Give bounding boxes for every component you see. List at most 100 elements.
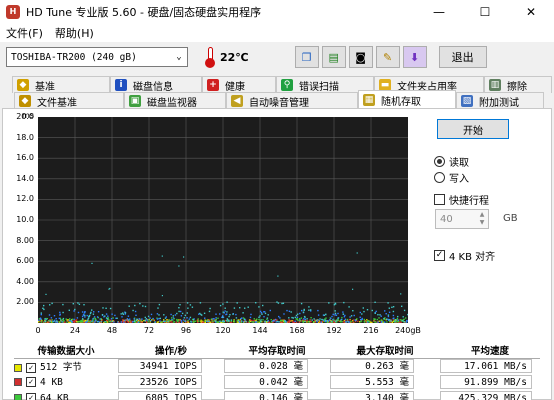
data-point xyxy=(144,319,147,321)
data-point xyxy=(179,304,181,306)
options-button[interactable]: ✎ xyxy=(375,46,400,68)
wrench-icon: ✎ xyxy=(383,50,393,64)
quick-scan-option[interactable]: 快捷行程 xyxy=(434,192,489,207)
exit-button[interactable]: 退出 xyxy=(438,46,487,68)
start-button[interactable]: 开始 xyxy=(437,119,509,139)
tab-disk-monitor[interactable]: ▣ 磁盘监视器 xyxy=(124,92,226,109)
data-point xyxy=(116,317,118,319)
drive-select[interactable]: TOSHIBA-TR200 (240 gB) ⌄ xyxy=(6,47,188,67)
save-button[interactable]: ⬇ xyxy=(402,46,427,68)
data-point xyxy=(361,317,363,320)
data-point xyxy=(240,318,242,320)
data-point xyxy=(255,321,257,323)
outlier-point xyxy=(161,255,163,257)
data-point xyxy=(230,319,233,321)
avg-access-value: 0.146 毫 xyxy=(224,391,308,400)
data-point xyxy=(325,317,327,319)
tab-random-access[interactable]: ▦ 随机存取 xyxy=(358,90,456,109)
data-point xyxy=(262,304,264,307)
y-tick-label: 14.0 xyxy=(16,173,34,183)
data-point xyxy=(337,317,339,319)
data-point xyxy=(121,316,123,318)
align-4kb-option[interactable]: ✓ 4 KB 对齐 xyxy=(434,248,495,263)
data-point xyxy=(384,310,386,312)
screenshot-button[interactable]: ◙ xyxy=(348,46,373,68)
tab-benchmark[interactable]: ◆ 基准 xyxy=(12,76,110,93)
scan-size-spinner[interactable]: 40 ▲ ▼ xyxy=(435,209,489,229)
read-radio[interactable] xyxy=(434,156,445,167)
close-button[interactable]: ✕ xyxy=(508,0,554,24)
data-point xyxy=(292,321,294,323)
tab-erase[interactable]: ▥ 擦除 xyxy=(484,76,552,93)
info-icon: i xyxy=(115,79,127,91)
benchmark-icon: ◆ xyxy=(17,79,29,91)
y-tick-label: 12.0 xyxy=(16,194,34,204)
data-point xyxy=(129,318,131,320)
data-point xyxy=(256,318,258,320)
data-point xyxy=(303,309,305,311)
data-point xyxy=(120,321,122,323)
series-checkbox[interactable]: ✓ xyxy=(26,362,36,373)
col-header-ops: 操作/秒 xyxy=(118,343,224,359)
read-option[interactable]: 读取 xyxy=(434,154,469,169)
tab-label: 自动噪音管理 xyxy=(249,97,309,109)
copy-text-button[interactable]: ▤ xyxy=(321,46,346,68)
maximize-button[interactable]: ☐ xyxy=(462,0,508,24)
col-header-max: 最大存取时间 xyxy=(330,343,440,359)
data-point xyxy=(73,321,75,323)
menu-file[interactable]: 文件(F) xyxy=(6,25,43,41)
data-point xyxy=(190,320,192,323)
data-point xyxy=(40,318,42,320)
data-point xyxy=(258,318,260,321)
data-point xyxy=(380,315,382,317)
col-header-speed: 平均速度 xyxy=(440,343,540,359)
data-point xyxy=(344,318,347,320)
trash-icon: ▥ xyxy=(489,79,501,91)
data-point xyxy=(342,311,344,313)
data-point xyxy=(149,317,151,319)
tab-file-benchmark[interactable]: ◆ 文件基准 xyxy=(14,92,124,109)
outlier-point xyxy=(277,275,279,277)
tab-health[interactable]: + 健康 xyxy=(202,76,276,93)
random-access-icon: ▦ xyxy=(363,94,375,106)
data-point xyxy=(403,318,405,320)
data-point xyxy=(295,321,298,323)
x-tick-label: 48 xyxy=(106,326,118,335)
data-point xyxy=(191,306,194,308)
data-point xyxy=(397,320,400,323)
copy-info-button[interactable]: ❐ xyxy=(294,46,319,68)
quick-scan-checkbox[interactable] xyxy=(434,194,445,205)
align-4kb-checkbox[interactable]: ✓ xyxy=(434,250,445,261)
data-point xyxy=(184,320,186,322)
data-point xyxy=(371,321,373,323)
write-radio[interactable] xyxy=(434,172,445,183)
menu-help[interactable]: 帮助(H) xyxy=(55,25,94,41)
data-point xyxy=(341,316,343,319)
series-checkbox[interactable]: ✓ xyxy=(26,377,36,387)
data-point xyxy=(181,312,184,315)
align-4kb-label: 4 KB 对齐 xyxy=(449,252,496,263)
x-tick-label: 120 xyxy=(215,326,231,335)
data-point xyxy=(87,317,90,319)
data-point xyxy=(253,319,255,322)
data-point xyxy=(177,319,180,322)
data-point xyxy=(397,315,399,318)
data-point xyxy=(84,314,86,317)
data-point xyxy=(159,320,161,322)
data-point xyxy=(146,319,149,321)
data-point xyxy=(396,319,398,321)
series-checkbox[interactable]: ✓ xyxy=(26,393,36,400)
speed-cell: 91.899 MB/s xyxy=(440,374,540,390)
table-row: ✓ 4 KB 23526 IOPS 0.042 毫 5.553 毫 91.899 MB/s xyxy=(14,374,540,390)
data-point xyxy=(184,314,186,317)
tab-extra-tests[interactable]: ▧ 附加测试 xyxy=(456,92,544,109)
tab-disk-info[interactable]: i 磁盘信息 xyxy=(110,76,202,93)
write-option[interactable]: 写入 xyxy=(434,170,469,185)
outlier-point xyxy=(356,252,358,254)
data-point xyxy=(226,301,228,303)
data-point xyxy=(132,321,134,323)
data-point xyxy=(169,319,171,322)
spinner-arrows-icon[interactable]: ▲ ▼ xyxy=(477,211,487,227)
tab-noise-management[interactable]: ◀ 自动噪音管理 xyxy=(226,92,358,109)
minimize-button[interactable]: — xyxy=(416,0,462,24)
